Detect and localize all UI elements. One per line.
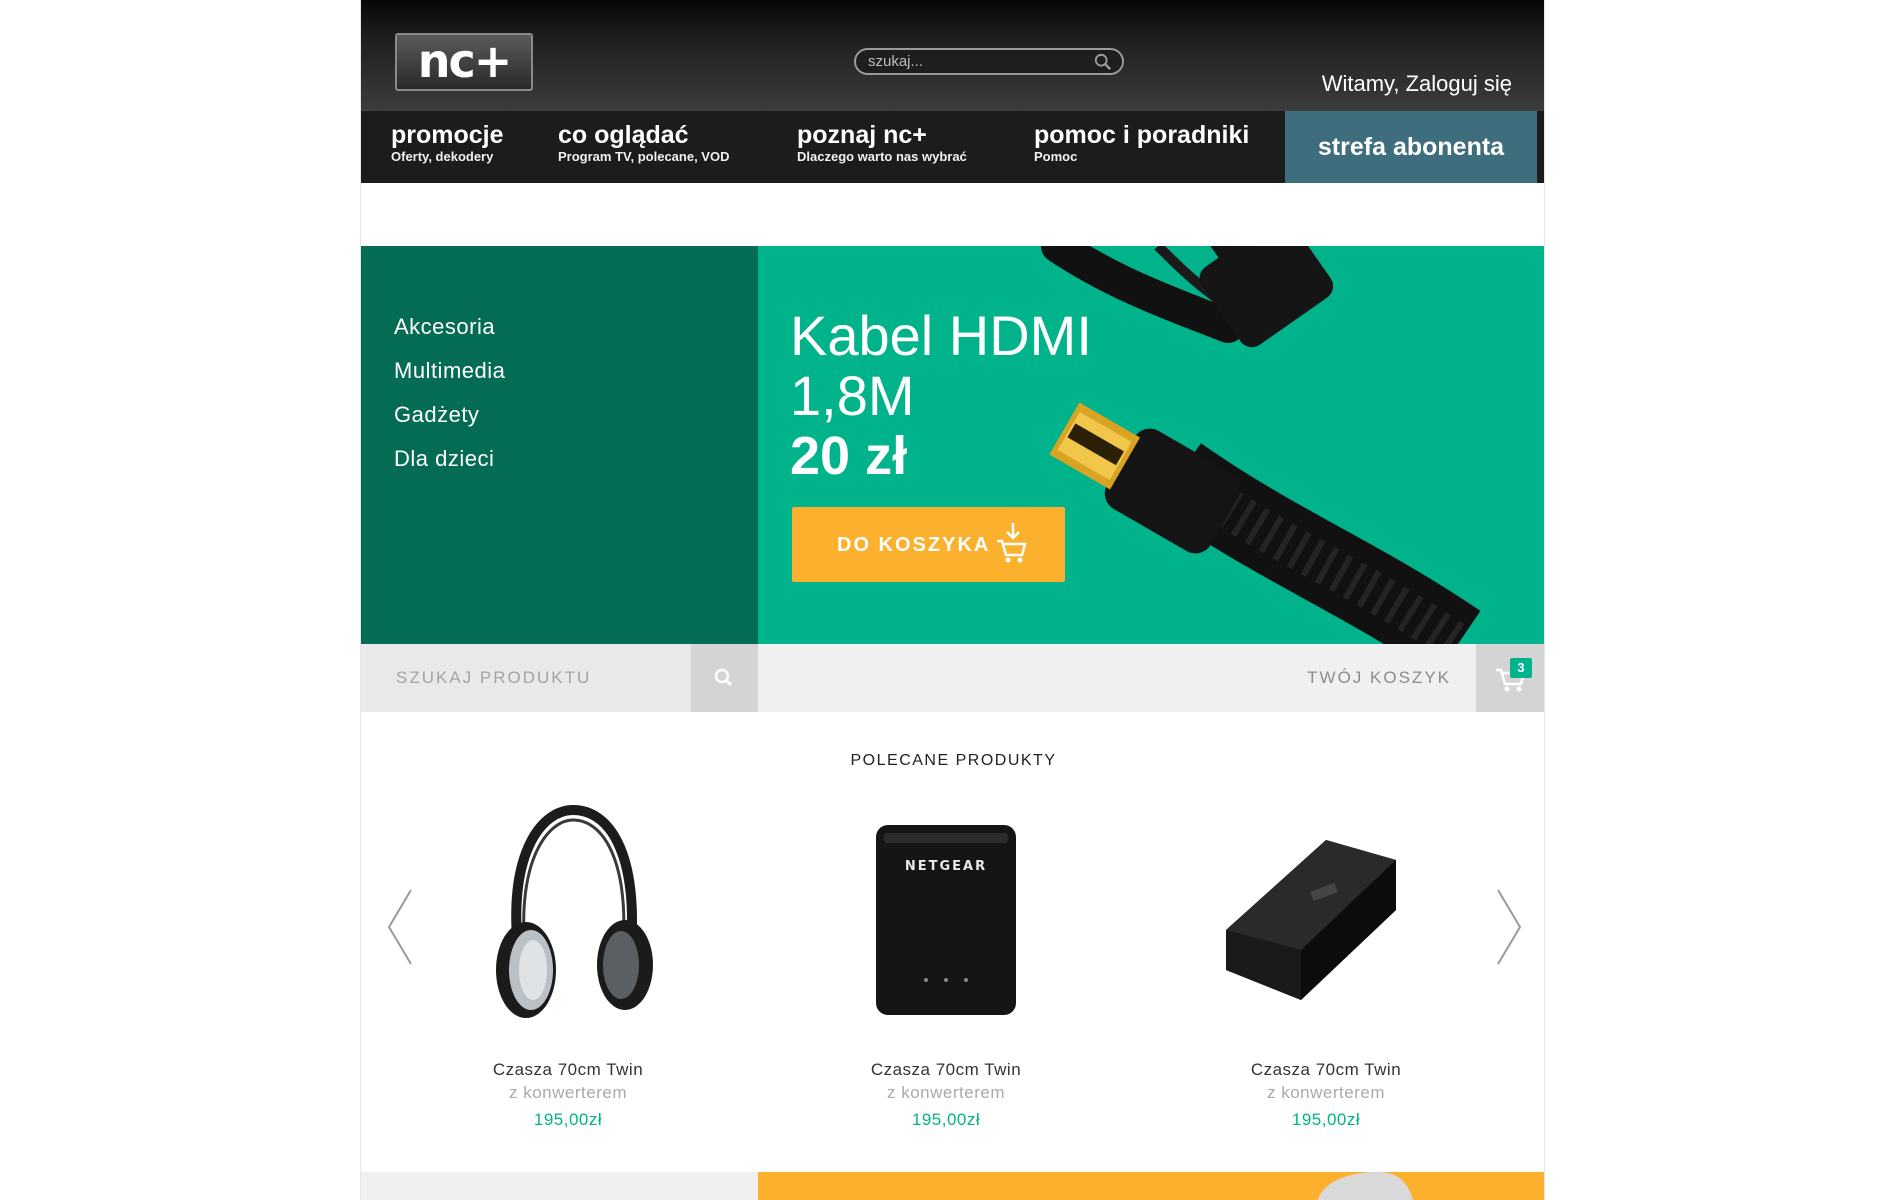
nav-item-subtitle: Oferty, dekodery (391, 149, 494, 164)
category-panel: Akcesoria Multimedia Gadżety Dla dzieci (361, 246, 758, 644)
product-price: 195,00zł (1291, 1110, 1361, 1129)
banner-product-image (1318, 1172, 1413, 1200)
product-image-headphones (403, 800, 733, 1030)
category-dla-dzieci[interactable]: Dla dzieci (394, 446, 494, 472)
product-image-external-drive (1161, 800, 1491, 1030)
nav-item-promocje[interactable]: promocje Oferty, dekodery (391, 121, 504, 165)
category-gadzety[interactable]: Gadżety (394, 402, 479, 428)
cart-bar: TWÓJ KOSZYK 3 (758, 644, 1544, 712)
search-icon[interactable] (1094, 53, 1112, 71)
product-image-router: NETGEAR (781, 800, 1111, 1030)
category-akcesoria[interactable]: Akcesoria (394, 314, 495, 340)
site-search (854, 48, 1124, 75)
product-subtitle: z konwerterem (509, 1083, 627, 1102)
nav-item-subtitle: Dlaczego warto nas wybrać (797, 149, 967, 164)
product-card[interactable]: NETGEAR Czasza 70cm Twin z konwerterem 1… (781, 800, 1111, 1135)
cart-label[interactable]: TWÓJ KOSZYK (1307, 668, 1451, 688)
hero-banner: Kabel HDMI 1,8M 20 zł DO KOSZYKA (758, 246, 1544, 644)
nav-item-subtitle: Program TV, polecane, VOD (558, 149, 730, 164)
cart-count-badge: 3 (1510, 658, 1532, 678)
product-card[interactable]: Czasza 70cm Twin z konwerterem 195,00zł (403, 800, 733, 1135)
cart-add-icon (997, 523, 1027, 563)
router-brand: NETGEAR (905, 859, 987, 874)
hero-title-line1: Kabel HDMI (790, 304, 1092, 367)
product-name: Czasza 70cm Twin (1250, 1060, 1402, 1079)
recommended-title: POLECANE PRODUKTY (850, 752, 1057, 769)
login-link[interactable]: Witamy, Zaloguj się (1322, 71, 1512, 97)
nav-item-title: co oglądać (558, 121, 689, 149)
nav-item-title: poznaj nc+ (797, 121, 927, 149)
strefa-abonenta-button[interactable]: strefa abonenta (1285, 111, 1537, 183)
next-section-banner (758, 1172, 1544, 1200)
hero-price: 20 zł (790, 426, 908, 486)
product-search-button[interactable] (691, 644, 758, 712)
hero-title-line2: 1,8M (790, 364, 915, 427)
nav-item-co-ogladac[interactable]: co oglądać Program TV, polecane, VOD (558, 121, 729, 165)
add-to-cart-label: DO KOSZYKA (837, 534, 991, 556)
product-name: Czasza 70cm Twin (492, 1060, 644, 1079)
carousel-next-icon[interactable] (1494, 888, 1524, 966)
site-search-input[interactable] (868, 52, 1078, 71)
nav-item-title: promocje (391, 121, 504, 149)
category-multimedia[interactable]: Multimedia (394, 358, 505, 384)
page: nc+ Witamy, Zaloguj się promocje Oferty,… (360, 0, 1545, 1200)
product-search-input[interactable] (396, 666, 656, 690)
product-card[interactable]: Czasza 70cm Twin z konwerterem 195,00zł (1161, 800, 1491, 1135)
nav-item-subtitle: Pomoc (1034, 149, 1078, 164)
product-name: Czasza 70cm Twin (870, 1060, 1022, 1079)
nav-item-title: pomoc i poradniki (1034, 121, 1250, 149)
cart-button[interactable]: 3 (1476, 644, 1544, 712)
search-icon (714, 668, 733, 687)
top-header: nc+ Witamy, Zaloguj się (361, 0, 1544, 111)
product-subtitle: z konwerterem (1267, 1083, 1385, 1102)
product-search (361, 644, 691, 712)
main-nav: promocje Oferty, dekodery co oglądać Pro… (361, 111, 1544, 183)
nav-item-poznaj[interactable]: poznaj nc+ Dlaczego warto nas wybrać (797, 121, 967, 165)
nav-item-pomoc[interactable]: pomoc i poradniki Pomoc (1034, 121, 1249, 165)
cart-icon (1496, 668, 1526, 692)
add-to-cart-button[interactable]: DO KOSZYKA (792, 507, 1065, 582)
product-price: 195,00zł (911, 1110, 981, 1129)
next-section-left (361, 1172, 758, 1200)
product-subtitle: z konwerterem (887, 1083, 1005, 1102)
product-price: 195,00zł (533, 1110, 603, 1129)
nc-plus-logo[interactable]: nc+ (395, 33, 533, 91)
hero-title: Kabel HDMI 1,8M (790, 306, 1092, 426)
